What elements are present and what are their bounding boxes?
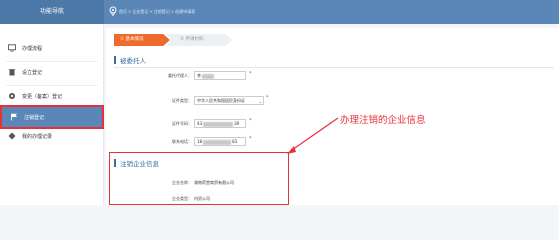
annotation-arrow xyxy=(287,117,339,154)
app-root: 功能导航 首页>企业登记>注销登记>创建申请表 办理流程 设立登记 变更（备案）… xyxy=(0,0,559,205)
annotation-text: 办理注销的企业信息 xyxy=(340,115,426,126)
